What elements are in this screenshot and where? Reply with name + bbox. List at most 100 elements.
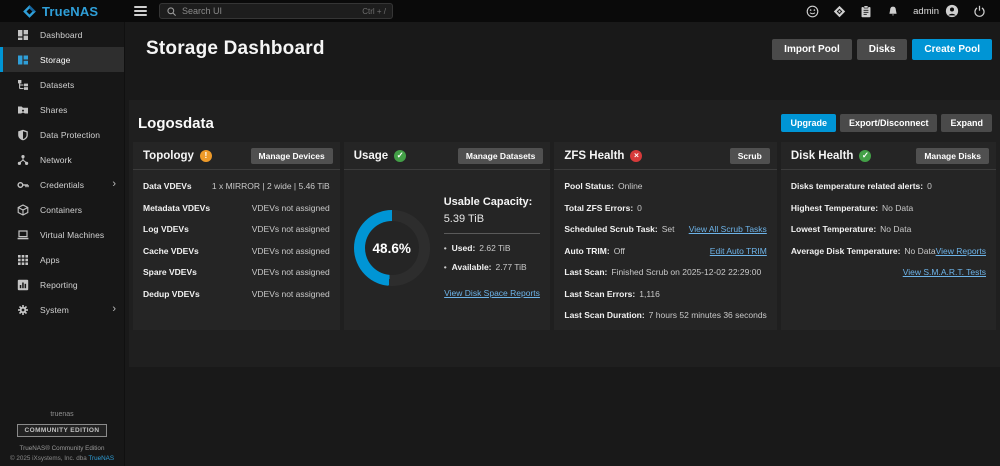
manage-devices-button[interactable]: Manage Devices	[250, 147, 333, 164]
sidebar-item-dashboard[interactable]: Dashboard	[0, 22, 124, 47]
import-pool-button[interactable]: Import Pool	[772, 38, 852, 60]
view-reports-link[interactable]: View Reports	[936, 246, 986, 256]
manage-disks-button[interactable]: Manage Disks	[916, 147, 990, 164]
sidebar-item-credentials[interactable]: Credentials ›	[0, 172, 124, 197]
laptop-icon	[16, 228, 29, 241]
search-shortcut-hint: Ctrl + /	[362, 6, 386, 16]
bar-chart-icon	[16, 278, 29, 291]
edit-auto-trim-link[interactable]: Edit Auto TRIM	[710, 246, 767, 256]
sidebar-item-label: Network	[40, 154, 72, 165]
export-disconnect-button[interactable]: Export/Disconnect	[839, 114, 938, 132]
usage-percent: 48.6%	[372, 240, 411, 256]
sidebar-item-label: Datasets	[40, 79, 75, 90]
disk-row: View S.M.A.R.T. Tests	[791, 267, 986, 277]
network-icon	[16, 153, 29, 166]
usage-donut-gauge: 48.6%	[353, 210, 430, 286]
user-menu[interactable]: admin	[913, 4, 959, 18]
disk-row: Highest Temperature: No Data	[790, 202, 914, 213]
community-edition-badge[interactable]: COMMUNITY EDITION	[16, 424, 108, 437]
view-smart-tests-link[interactable]: View S.M.A.R.T. Tests	[903, 267, 986, 277]
truenas-logo[interactable]: TrueNAS	[0, 4, 125, 19]
sidebar-footer: truenas COMMUNITY EDITION TrueNAS® Commu…	[0, 411, 124, 462]
topology-card-title: Topology !	[143, 149, 212, 162]
zfs-row: Scheduled Scrub Task: Set View All Scrub T…	[564, 224, 767, 234]
sidebar-item-label: Shares	[40, 104, 68, 115]
sidebar-item-label: Data Protection	[40, 129, 101, 140]
zfs-row: Auto TRIM: Off Edit Auto TRIM	[564, 245, 767, 256]
zfs-row: Last Scan: Finished Scrub on 2025-12-02 2…	[564, 267, 762, 277]
sidebar-item-system[interactable]: System ›	[0, 297, 124, 322]
sidebar-item-shares[interactable]: Shares	[0, 97, 124, 122]
available-row: • Available: 2.77 TiB	[443, 262, 527, 272]
sidebar-item-containers[interactable]: Containers	[0, 197, 124, 222]
pool-header: Logosdata Upgrade Export/Disconnect Expa…	[133, 108, 996, 142]
topology-row: Cache VDEVs VDEVs not assigned	[143, 245, 330, 256]
feedback-icon[interactable]	[805, 4, 819, 18]
shares-folder-icon	[16, 103, 29, 116]
sidebar-item-label: Apps	[40, 254, 60, 265]
disk-row: Disks temperature related alerts: 0	[790, 181, 932, 191]
jobs-icon[interactable]	[859, 4, 873, 18]
sidebar-item-label: Dashboard	[40, 29, 83, 40]
disk-health-card: Disk Health ✓ Manage Disks Disks tempera…	[780, 142, 997, 330]
datasets-icon	[16, 78, 29, 91]
power-icon[interactable]	[972, 4, 986, 18]
sidebar-item-reporting[interactable]: Reporting	[0, 272, 124, 297]
disk-row: Average Disk Temperature: No Data View Rep…	[790, 245, 987, 256]
usage-card-title: Usage ✓	[354, 149, 407, 162]
upgrade-button[interactable]: Upgrade	[781, 114, 836, 132]
sidebar-item-label: Virtual Machines	[40, 229, 105, 240]
error-icon: ×	[630, 149, 643, 162]
chevron-right-icon: ›	[112, 178, 116, 190]
sidebar-item-label: System	[40, 304, 69, 315]
zfs-row: Total ZFS Errors: 0	[564, 202, 642, 213]
topology-row: Spare VDEVs VDEVs not assigned	[143, 267, 330, 277]
topology-row: Dedup VDEVs VDEVs not assigned	[143, 288, 330, 299]
zfs-row: Last Scan Duration: 7 hours 52 minutes 36…	[564, 310, 767, 320]
topology-row: Log VDEVs VDEVs not assigned	[143, 224, 330, 234]
manage-datasets-button[interactable]: Manage Datasets	[457, 147, 544, 164]
usage-card: Usage ✓ Manage Datasets 48.6% Usable Cap…	[343, 142, 551, 330]
sidebar: Dashboard Storage Datasets Shares Data P…	[0, 22, 125, 466]
page-header: Storage Dashboard Import Pool Disks Crea…	[125, 22, 1000, 60]
apps-grid-icon	[16, 253, 29, 266]
warning-icon: !	[199, 149, 212, 162]
check-icon: ✓	[859, 149, 872, 162]
menu-toggle-button[interactable]	[125, 2, 155, 20]
storage-icon	[16, 53, 29, 66]
sidebar-item-storage[interactable]: Storage	[0, 47, 124, 72]
search-bar[interactable]: Ctrl + /	[159, 3, 393, 19]
view-disk-space-reports-link[interactable]: View Disk Space Reports	[444, 288, 540, 298]
sidebar-item-network[interactable]: Network	[0, 147, 124, 172]
check-icon: ✓	[394, 149, 407, 162]
search-input[interactable]	[182, 6, 358, 16]
dashboard-icon	[16, 28, 29, 41]
zfs-health-card: ZFS Health × Scrub Pool Status: Online To…	[554, 142, 777, 330]
disk-health-card-title: Disk Health ✓	[791, 149, 872, 162]
chevron-right-icon: ›	[112, 303, 116, 315]
topbar: TrueNAS Ctrl + /	[0, 0, 1000, 22]
topology-card: Topology ! Manage Devices Data VDEVs 1 x …	[133, 142, 340, 330]
edition-label: TrueNAS® Community Edition	[19, 445, 105, 452]
view-all-scrub-tasks-link[interactable]: View All Scrub Tasks	[689, 224, 767, 234]
sidebar-item-datasets[interactable]: Datasets	[0, 72, 124, 97]
alerts-bell-icon[interactable]	[886, 4, 900, 18]
sidebar-item-label: Reporting	[40, 279, 78, 290]
truecommand-icon[interactable]	[832, 4, 846, 18]
user-avatar-icon	[945, 4, 959, 18]
disks-button[interactable]: Disks	[856, 38, 908, 60]
create-pool-button[interactable]: Create Pool	[912, 38, 992, 60]
sidebar-item-virtual-machines[interactable]: Virtual Machines	[0, 222, 124, 247]
usable-capacity: Usable Capacity: 5.39 TiB	[443, 196, 533, 225]
sidebar-item-apps[interactable]: Apps	[0, 247, 124, 272]
copyright-truenas-link[interactable]: TrueNAS	[88, 455, 114, 462]
zfs-row: Pool Status: Online	[564, 181, 643, 191]
zfs-health-card-title: ZFS Health ×	[564, 149, 643, 162]
scrub-button[interactable]: Scrub	[729, 147, 770, 164]
truenas-logo-icon	[22, 4, 37, 19]
expand-button[interactable]: Expand	[941, 114, 992, 132]
sidebar-item-data-protection[interactable]: Data Protection	[0, 122, 124, 147]
sidebar-item-label: Containers	[40, 204, 83, 215]
truenas-logo-text: TrueNAS	[42, 3, 99, 19]
cube-icon	[16, 203, 29, 216]
